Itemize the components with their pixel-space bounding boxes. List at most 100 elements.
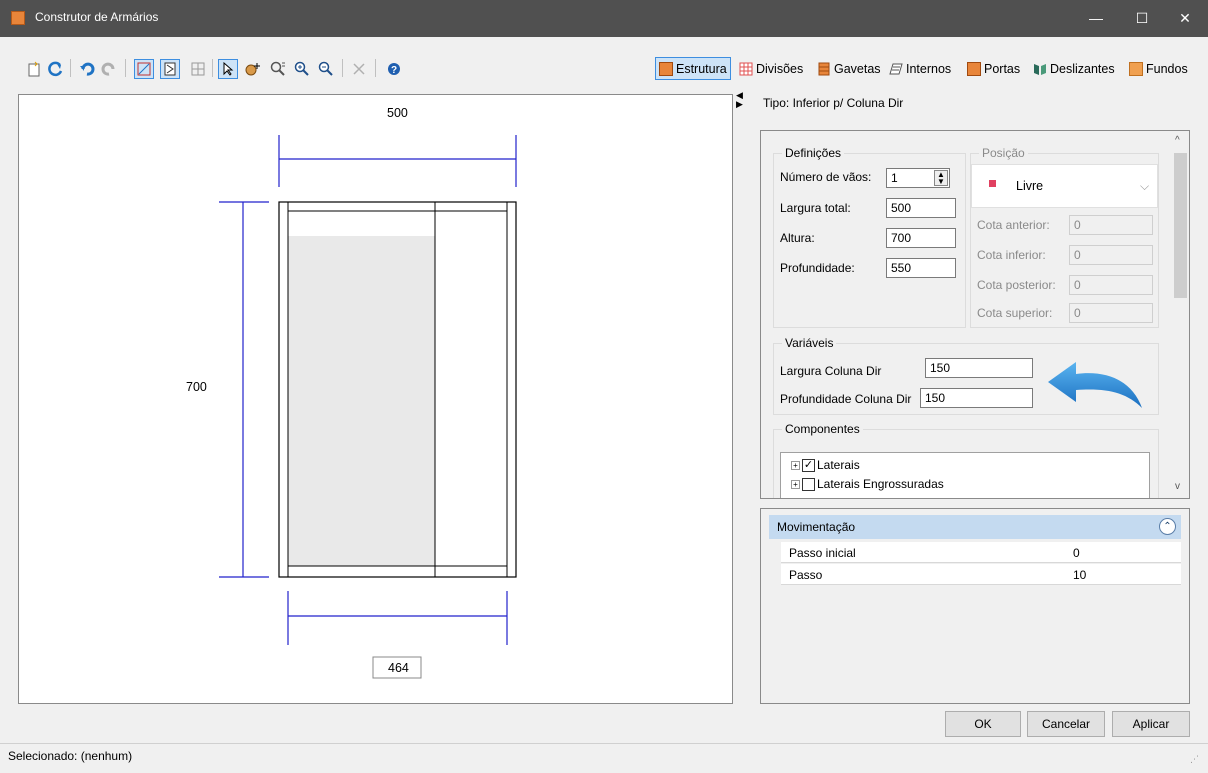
properties-scrollbar[interactable]: ^ v	[1172, 131, 1189, 498]
num-vaos-spinner[interactable]: 1 ▲ ▼	[886, 168, 950, 188]
prop-row-passo-inicial[interactable]: Passo inicial 0	[781, 542, 1181, 563]
componentes-title: Componentes	[782, 422, 863, 436]
largura-coluna-label: Largura Coluna Dir	[780, 364, 882, 378]
scroll-down-icon[interactable]: v	[1175, 481, 1180, 492]
cota-inferior-input[interactable]: 0	[1069, 245, 1153, 265]
grid-icon[interactable]	[188, 59, 208, 79]
variaveis-title: Variáveis	[782, 336, 837, 350]
prop-label: Passo inicial	[789, 546, 856, 560]
cota-inferior-label: Cota inferior:	[977, 248, 1046, 262]
undo-icon[interactable]	[77, 59, 97, 79]
tree-item-laterais[interactable]: + ✓ Laterais	[791, 458, 860, 472]
scroll-up-icon[interactable]: ^	[1175, 135, 1180, 146]
title-bar: Construtor de Armários — ☐ ✕	[0, 0, 1208, 37]
definicoes-group: Definições Número de vãos: 1 ▲ ▼ Largura …	[773, 146, 966, 328]
drawing-canvas[interactable]: 500 700 464	[18, 94, 733, 704]
tab-label: Estrutura	[676, 61, 727, 76]
cota-superior-input[interactable]: 0	[1069, 303, 1153, 323]
profundidade-coluna-input[interactable]: 150	[920, 388, 1033, 408]
chevron-down-icon: ⌵	[1140, 179, 1150, 193]
refresh-icon[interactable]	[46, 59, 66, 79]
properties-panel: Definições Número de vãos: 1 ▲ ▼ Largura …	[760, 130, 1190, 499]
tab-label: Portas	[984, 61, 1021, 76]
tab-label: Gavetas	[834, 61, 881, 76]
largura-total-label: Largura total:	[780, 201, 851, 215]
componentes-tree[interactable]: + ✓ Laterais + Laterais Engrossuradas	[780, 452, 1150, 498]
svg-text:?: ?	[391, 65, 397, 76]
definicoes-title: Definições	[782, 146, 845, 160]
altura-input[interactable]: 700	[886, 228, 956, 248]
cabinet-interior	[288, 236, 435, 566]
checkbox-laterais-engrossuradas[interactable]	[802, 477, 815, 491]
scroll-thumb[interactable]	[1174, 153, 1187, 298]
bottom-width-label: 464	[388, 661, 409, 675]
tree-item-label: Laterais Engrossuradas	[817, 477, 944, 491]
prop-value: 10	[1073, 568, 1087, 582]
pan-icon[interactable]	[242, 59, 262, 79]
collapse-icon[interactable]: ⌃	[1159, 518, 1176, 535]
resize-grip-icon[interactable]: ⋰	[1190, 754, 1199, 765]
help-icon[interactable]: ?	[384, 59, 404, 79]
cota-posterior-input[interactable]: 0	[1069, 275, 1153, 295]
tab-label: Deslizantes	[1050, 61, 1115, 76]
zoom-out-icon[interactable]	[316, 59, 336, 79]
delete-icon[interactable]	[349, 59, 369, 79]
pointer-icon[interactable]	[218, 59, 238, 79]
movimentacao-header[interactable]: Movimentação ⌃	[769, 515, 1181, 539]
livre-icon	[989, 180, 996, 187]
door-icon[interactable]	[160, 59, 180, 79]
largura-coluna-input[interactable]: 150	[925, 358, 1033, 378]
variaveis-group: Variáveis Largura Coluna Dir 150 Profund…	[773, 336, 1159, 415]
close-button[interactable]: ✕	[1162, 0, 1208, 37]
profundidade-input[interactable]: 550	[886, 258, 956, 278]
tab-internos[interactable]: Internos	[886, 57, 954, 80]
deslizantes-icon	[1034, 63, 1046, 75]
type-label: Tipo: Inferior p/ Coluna Dir	[763, 96, 904, 110]
cota-anterior-input[interactable]: 0	[1069, 215, 1153, 235]
toolbar-separator	[212, 59, 213, 77]
redo-icon[interactable]	[99, 59, 119, 79]
minimize-button[interactable]: —	[1073, 0, 1119, 37]
ok-button[interactable]: OK	[945, 711, 1021, 737]
draw-mode-icon[interactable]	[134, 59, 154, 79]
spinner-arrows-icon[interactable]: ▲ ▼	[934, 170, 948, 186]
status-text: Selecionado: (nenhum)	[8, 749, 133, 763]
num-vaos-value: 1	[891, 171, 898, 185]
height-label: 700	[186, 380, 207, 394]
fundos-icon	[1129, 61, 1143, 76]
movimentacao-panel: Movimentação ⌃ Passo inicial 0 Passo 10	[760, 508, 1190, 704]
tab-estrutura[interactable]: Estrutura	[655, 57, 731, 80]
divisoes-icon	[739, 62, 753, 75]
apply-button[interactable]: Aplicar	[1112, 711, 1190, 737]
tab-label: Fundos	[1146, 61, 1188, 76]
new-icon[interactable]	[24, 59, 44, 79]
toolbar-separator	[342, 59, 343, 77]
tab-deslizantes[interactable]: Deslizantes	[1030, 57, 1118, 80]
tree-item-laterais-engrossuradas[interactable]: + Laterais Engrossuradas	[791, 477, 944, 491]
prop-row-passo[interactable]: Passo 10	[781, 564, 1181, 585]
collapse-toggle-icon[interactable]: ◀ ▶	[736, 91, 743, 109]
tab-divisoes[interactable]: Divisões	[736, 57, 806, 80]
componentes-group: Componentes + ✓ Laterais + Laterais Engr…	[773, 422, 1159, 498]
posicao-select[interactable]: Livre ⌵	[971, 164, 1158, 208]
tab-label: Internos	[906, 61, 952, 76]
checkbox-laterais[interactable]: ✓	[802, 458, 815, 472]
posicao-group: Posição Livre ⌵ Cota anterior: 0 Cota in…	[970, 146, 1159, 328]
tab-fundos[interactable]: Fundos	[1126, 57, 1191, 80]
zoom-in-icon[interactable]	[292, 59, 312, 79]
gavetas-icon	[818, 62, 830, 75]
largura-total-input[interactable]: 500	[886, 198, 956, 218]
expand-icon[interactable]: +	[791, 479, 800, 489]
tab-portas[interactable]: Portas	[964, 57, 1023, 80]
zoom-window-icon[interactable]	[268, 59, 288, 79]
prop-value: 0	[1073, 546, 1080, 560]
cancel-button[interactable]: Cancelar	[1027, 711, 1105, 737]
expand-icon[interactable]: +	[791, 460, 800, 470]
cota-anterior-label: Cota anterior:	[977, 218, 1050, 232]
window-title: Construtor de Armários	[35, 10, 159, 24]
maximize-button[interactable]: ☐	[1119, 0, 1165, 37]
estrutura-icon	[659, 61, 673, 76]
tab-gavetas[interactable]: Gavetas	[814, 57, 884, 80]
internos-icon	[889, 63, 903, 74]
altura-label: Altura:	[780, 231, 815, 245]
